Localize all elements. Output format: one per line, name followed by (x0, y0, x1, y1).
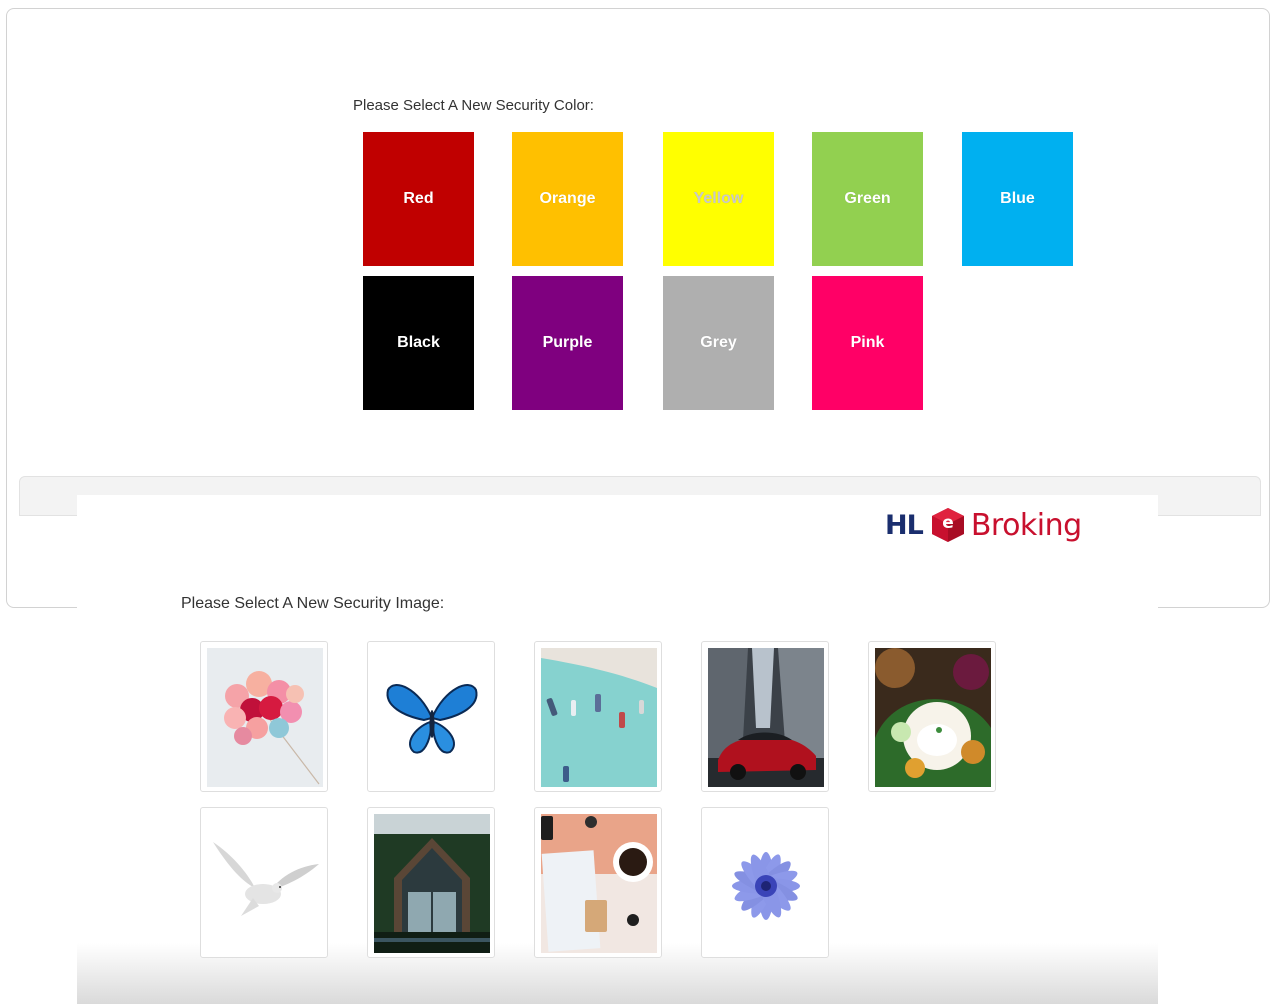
color-label: Orange (539, 190, 596, 207)
color-label: Red (403, 190, 434, 207)
color-option-pink[interactable]: Pink (812, 276, 923, 410)
color-option-yellow[interactable]: Yellow (663, 132, 774, 266)
color-label: Grey (700, 334, 737, 351)
color-label: Pink (850, 334, 885, 351)
image-option-flower[interactable] (701, 807, 829, 958)
coffee-desk-image (541, 814, 657, 953)
logo-hl-text: HL (885, 509, 924, 541)
nasi-lemak-food-image (875, 648, 991, 787)
blue-flower-image (708, 814, 824, 953)
image-option-boats[interactable] (534, 641, 662, 792)
color-option-purple[interactable]: Purple (512, 276, 623, 410)
white-dove-image (207, 814, 323, 953)
color-label: Green (844, 190, 891, 207)
security-image-dialog: HL e Broking Please Select A New Securit… (77, 495, 1158, 1004)
color-label: Black (397, 334, 440, 351)
color-label: Purple (542, 334, 593, 351)
butterfly-image (374, 648, 490, 787)
color-prompt: Please Select A New Security Color: (353, 97, 594, 114)
color-option-green[interactable]: Green (812, 132, 923, 266)
house-image (374, 814, 490, 953)
image-option-car[interactable] (701, 641, 829, 792)
color-option-red[interactable]: Red (363, 132, 474, 266)
balloons-image (207, 648, 323, 787)
color-label: Yellow (693, 190, 744, 207)
logo-e-letter: e (942, 513, 954, 533)
logo-e-cube-icon: e (931, 508, 964, 542)
logo-broking-text: Broking (970, 507, 1082, 543)
image-option-butterfly[interactable] (367, 641, 495, 792)
color-option-grey[interactable]: Grey (663, 276, 774, 410)
boats-beach-image (541, 648, 657, 787)
color-option-black[interactable]: Black (363, 276, 474, 410)
image-option-house[interactable] (367, 807, 495, 958)
color-option-blue[interactable]: Blue (962, 132, 1073, 266)
color-option-orange[interactable]: Orange (512, 132, 623, 266)
hl-ebroking-logo: HL e Broking (885, 505, 1082, 545)
image-option-food[interactable] (868, 641, 996, 792)
image-option-balloons[interactable] (200, 641, 328, 792)
image-option-dove[interactable] (200, 807, 328, 958)
image-prompt: Please Select A New Security Image: (181, 595, 445, 612)
color-label: Blue (1000, 190, 1035, 207)
image-option-coffee[interactable] (534, 807, 662, 958)
red-car-image (708, 648, 824, 787)
